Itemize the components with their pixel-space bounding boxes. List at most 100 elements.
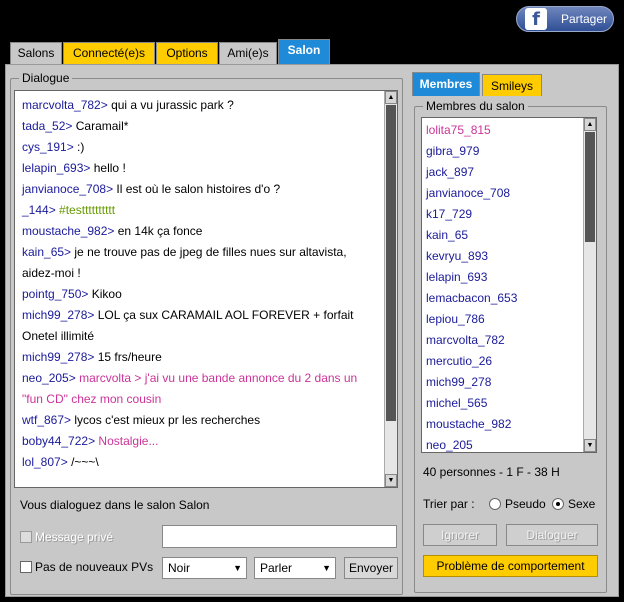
chat-message-text: :) <box>77 140 85 154</box>
member-item[interactable]: kevryu_893 <box>426 246 517 267</box>
member-item[interactable]: k17_729 <box>426 204 517 225</box>
member-item[interactable]: lolita75_815 <box>426 120 517 141</box>
chat-nick[interactable]: mich99_278> <box>22 350 94 364</box>
chat-lines: marcvolta_782> qui a vu jurassic park ? t… <box>22 95 382 473</box>
chat-message-text: en 14k ça fonce <box>117 224 203 238</box>
chat-line: mich99_278> 15 frs/heure <box>22 347 382 368</box>
dialogue-legend: Dialogue <box>19 71 73 85</box>
chat-message-text: #testttttttttt <box>59 203 116 217</box>
members-legend: Membres du salon <box>423 99 528 113</box>
chat-nick[interactable]: moustache_982> <box>22 224 114 238</box>
scroll-up-icon[interactable]: ▲ <box>385 91 397 104</box>
chat-line: neo_205> marcvolta > j'ai vu une bande a… <box>22 368 382 389</box>
chat-nick[interactable]: _144> <box>22 203 56 217</box>
chat-message-text: /~~~\ <box>71 455 99 469</box>
chat-message-text: lycos c'est mieux pr les recherches <box>74 413 261 427</box>
chat-message-text: marcvolta > j'ai vu une bande annonce du… <box>79 371 358 385</box>
chat-nick[interactable]: janvianoce_708> <box>22 182 113 196</box>
sort-pseudo-label: Pseudo <box>505 497 546 511</box>
tab-smileys[interactable]: Smileys <box>482 74 542 96</box>
scroll-down-icon[interactable]: ▼ <box>385 474 397 487</box>
private-message-checkbox[interactable] <box>20 531 32 543</box>
member-item[interactable]: lepiou_786 <box>426 309 517 330</box>
chat-nick[interactable]: pointg_750> <box>22 287 88 301</box>
chat-line: aidez-moi ! <box>22 263 382 284</box>
chat-line: mich99_278> LOL ça sux CARAMAIL AOL FORE… <box>22 305 382 326</box>
member-item[interactable]: mercutio_26 <box>426 351 517 372</box>
member-item[interactable]: mich99_278 <box>426 372 517 393</box>
ignore-button[interactable]: Ignorer <box>423 524 497 546</box>
chat-message-text: qui a vu jurassic park ? <box>111 98 234 112</box>
member-item[interactable]: lemacbacon_653 <box>426 288 517 309</box>
sort-pseudo-radio[interactable] <box>489 498 501 510</box>
member-item[interactable]: moustache_982 <box>426 414 517 435</box>
chat-nick[interactable]: wtf_867> <box>22 413 71 427</box>
chat-nick[interactable]: mich99_278> <box>22 308 94 322</box>
tab-amis[interactable]: Ami(e)s <box>219 42 277 64</box>
message-input[interactable] <box>162 525 397 548</box>
facebook-share-button[interactable]: f Partager <box>516 6 614 32</box>
chat-line: lelapin_693> hello ! <box>22 158 382 179</box>
member-item[interactable]: marcvolta_782 <box>426 330 517 351</box>
chat-nick[interactable]: marcvolta_782> <box>22 98 108 112</box>
scroll-down-icon[interactable]: ▼ <box>584 439 596 452</box>
member-lines: lolita75_815 gibra_979 jack_897 janvianoce_… <box>426 120 517 452</box>
tab-salons[interactable]: Salons <box>10 42 62 64</box>
chat-nick[interactable]: kain_65> <box>22 245 71 259</box>
chat-message-text: Kikoo <box>91 287 122 301</box>
member-item[interactable]: jack_897 <box>426 162 517 183</box>
member-item[interactable]: neo_205 <box>426 435 517 452</box>
tab-connectes[interactable]: Connecté(e)s <box>63 42 155 64</box>
chat-message-text: Il est où le salon histoires d'o ? <box>116 182 281 196</box>
chat-scroll-thumb[interactable] <box>386 105 396 421</box>
tab-options[interactable]: Options <box>156 42 218 64</box>
no-new-pv-checkbox[interactable] <box>20 561 32 573</box>
members-scroll-thumb[interactable] <box>585 132 595 242</box>
member-count: 40 personnes - 1 F - 38 H <box>423 465 560 479</box>
chat-scrollbar[interactable]: ▲ ▼ <box>384 91 397 487</box>
mode-select-value: Parler <box>260 561 293 575</box>
chat-line: lol_807> /~~~\ <box>22 452 382 473</box>
chat-nick[interactable]: tada_52> <box>22 119 72 133</box>
color-select[interactable]: Noir ▼ <box>162 557 247 579</box>
send-button[interactable]: Envoyer <box>344 557 398 579</box>
report-behavior-button[interactable]: Problème de comportement <box>423 555 598 577</box>
chat-message-text: aidez-moi ! <box>22 266 81 280</box>
chat-message-text: 15 frs/heure <box>97 350 162 364</box>
chat-nick[interactable]: cys_191> <box>22 140 74 154</box>
chat-message-text: Nostalgie... <box>98 434 159 448</box>
chat-line: boby44_722> Nostalgie... <box>22 431 382 452</box>
tab-membres[interactable]: Membres <box>412 72 480 96</box>
chat-line: Onetel illimité <box>22 326 382 347</box>
chat-nick[interactable]: lelapin_693> <box>22 161 90 175</box>
chat-message-text: LOL ça sux CARAMAIL AOL FOREVER + forfai… <box>97 308 354 322</box>
members-scrollbar[interactable]: ▲ ▼ <box>583 118 596 452</box>
tab-salon[interactable]: Salon <box>278 39 330 65</box>
chat-message-text: "fun CD" chez mon cousin <box>22 392 162 406</box>
member-item[interactable]: janvianoce_708 <box>426 183 517 204</box>
members-list: lolita75_815 gibra_979 jack_897 janvianoce_… <box>421 117 597 453</box>
dialogue-button[interactable]: Dialoguer <box>506 524 598 546</box>
chat-message-text: Onetel illimité <box>22 329 95 343</box>
chat-line: "fun CD" chez mon cousin <box>22 389 382 410</box>
member-item[interactable]: lelapin_693 <box>426 267 517 288</box>
chat-message-text: hello ! <box>93 161 126 175</box>
sort-sexe-radio[interactable] <box>552 498 564 510</box>
no-new-pv-label: Pas de nouveaux PVs <box>35 560 154 574</box>
chevron-down-icon: ▼ <box>322 563 331 573</box>
chat-line: marcvolta_782> qui a vu jurassic park ? <box>22 95 382 116</box>
mode-select[interactable]: Parler ▼ <box>254 557 336 579</box>
chat-line: pointg_750> Kikoo <box>22 284 382 305</box>
chat-line: kain_65> je ne trouve pas de jpeg de fil… <box>22 242 382 263</box>
chat-nick[interactable]: boby44_722> <box>22 434 95 448</box>
member-item[interactable]: gibra_979 <box>426 141 517 162</box>
chat-line: cys_191> :) <box>22 137 382 158</box>
chat-line: moustache_982> en 14k ça fonce <box>22 221 382 242</box>
chat-line: wtf_867> lycos c'est mieux pr les recher… <box>22 410 382 431</box>
scroll-up-icon[interactable]: ▲ <box>584 118 596 131</box>
member-item[interactable]: kain_65 <box>426 225 517 246</box>
chat-nick[interactable]: neo_205> <box>22 371 76 385</box>
room-status: Vous dialoguez dans le salon Salon <box>20 498 210 512</box>
chat-nick[interactable]: lol_807> <box>22 455 68 469</box>
member-item[interactable]: michel_565 <box>426 393 517 414</box>
